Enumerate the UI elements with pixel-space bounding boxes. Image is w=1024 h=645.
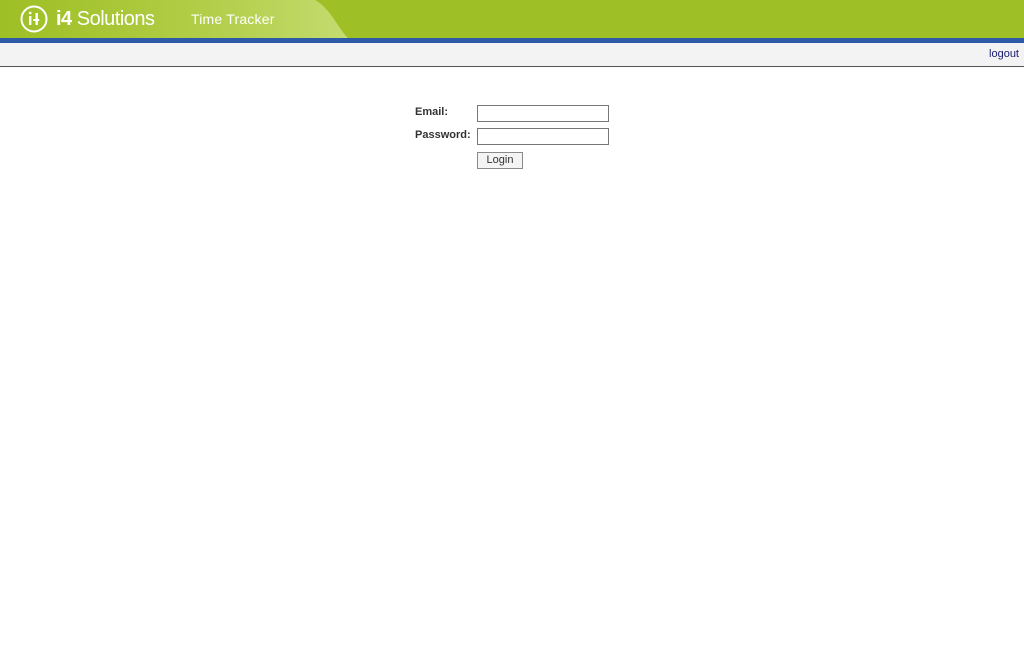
app-header: i4 Solutions Time Tracker (0, 0, 1024, 38)
app-title: Time Tracker (191, 11, 275, 27)
password-field[interactable] (477, 128, 609, 145)
sub-navigation-bar: logout (0, 43, 1024, 67)
email-field[interactable] (477, 105, 609, 122)
email-label: Email: (415, 106, 449, 118)
brand-rest: Solutions (71, 8, 155, 30)
brand-name: i4 Solutions (56, 5, 155, 33)
brand-prefix: i4 (56, 8, 72, 30)
password-label: Password: (415, 129, 471, 141)
login-button[interactable]: Login (477, 152, 523, 169)
i4-logo-icon (20, 5, 48, 33)
logout-link[interactable]: logout (989, 48, 1019, 61)
brand-logo[interactable]: i4 Solutions (20, 4, 155, 34)
